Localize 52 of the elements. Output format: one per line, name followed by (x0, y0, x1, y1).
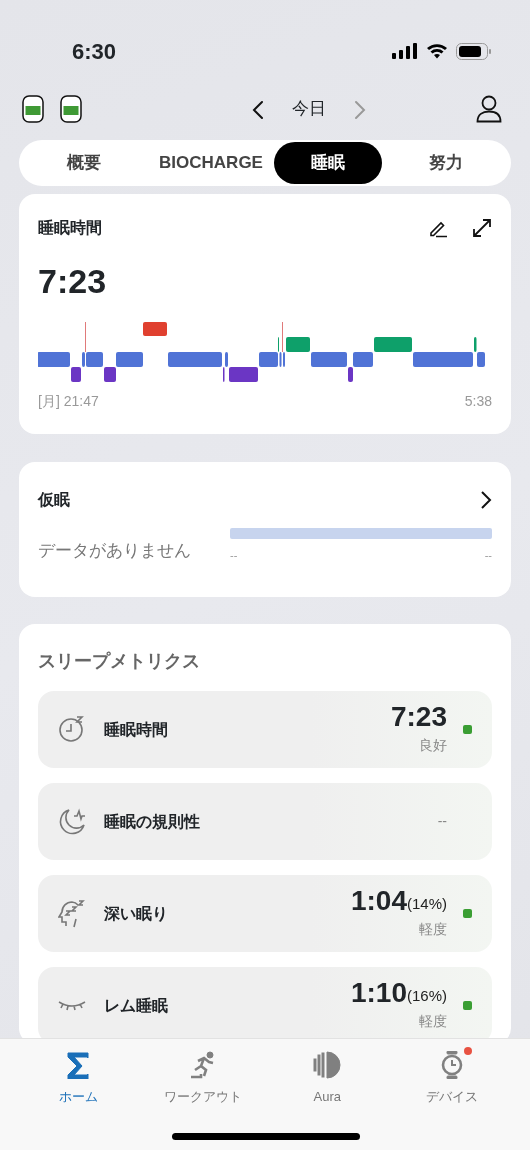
start-time: [月] 21:47 (38, 392, 99, 411)
chevron-left-icon (252, 99, 264, 120)
watch-battery-icon (60, 95, 82, 123)
clock-sleep-icon (58, 714, 86, 745)
metric-value: 1:10 (350, 979, 407, 1007)
metric-percent: (16%) (407, 985, 447, 1006)
metric-rating: 軽度 (419, 920, 447, 939)
end-time: 5:38 (464, 392, 492, 411)
metric-row[interactable]: レム睡眠 1:10(16%) 軽度 (38, 967, 492, 1038)
section-title: スリープメトリクス (38, 650, 201, 673)
metric-rating: 軽度 (419, 1012, 447, 1031)
metric-value: 1:04 (350, 887, 407, 915)
tab[interactable]: 努力 (382, 142, 509, 184)
status-time: 6:30 (72, 37, 117, 66)
wifi-icon (426, 43, 448, 59)
sleep-duration: 7:23 (38, 264, 108, 298)
moon-icon (58, 806, 86, 837)
range-end: -- (484, 548, 492, 563)
range-start: -- (230, 548, 238, 563)
signal-icon (392, 43, 418, 59)
metric-row[interactable]: 深い眠り 1:04(14%) 軽度 (38, 875, 492, 952)
card-title: 睡眠時間 (38, 218, 102, 238)
head-sleep-icon (58, 898, 86, 929)
metric-label: レム睡眠 (104, 995, 169, 1016)
closed-eye-icon (58, 1000, 86, 1011)
date-label: 今日 (292, 98, 326, 121)
battery-icon (456, 42, 492, 60)
metric-label: 深い眠り (104, 903, 169, 924)
profile-icon[interactable] (476, 95, 502, 123)
nav-tab[interactable]: ホーム (16, 1039, 141, 1107)
tab[interactable]: 睡眠 (274, 142, 383, 184)
expand-icon[interactable] (472, 218, 492, 238)
chevron-right-icon (354, 99, 366, 120)
metric-percent: (14%) (407, 894, 447, 914)
metric-label: 睡眠時間 (104, 719, 169, 740)
no-data-message: データがありません (38, 540, 191, 562)
waves-icon (313, 1051, 342, 1079)
metric-label: 睡眠の規則性 (104, 811, 201, 832)
nav-tab[interactable]: Aura (265, 1039, 390, 1107)
tab[interactable]: 概要 (21, 142, 148, 184)
watch-battery-icon (22, 95, 44, 123)
nav-tab[interactable]: デバイス (389, 1039, 514, 1107)
metric-value: 7:23 (390, 703, 447, 731)
chevron-right-icon[interactable] (480, 490, 492, 510)
metric-value: -- (437, 812, 447, 831)
tab[interactable]: BIOCHARGE (147, 142, 275, 184)
metric-row[interactable]: 睡眠時間 7:23 良好 (38, 691, 492, 768)
card-title: 仮眠 (38, 490, 70, 510)
nav-tab[interactable]: ワークアウト (140, 1039, 265, 1107)
metric-rating: 良好 (419, 736, 447, 755)
metric-row[interactable]: 睡眠の規則性 -- (38, 783, 492, 860)
running-person-icon (188, 1051, 217, 1079)
